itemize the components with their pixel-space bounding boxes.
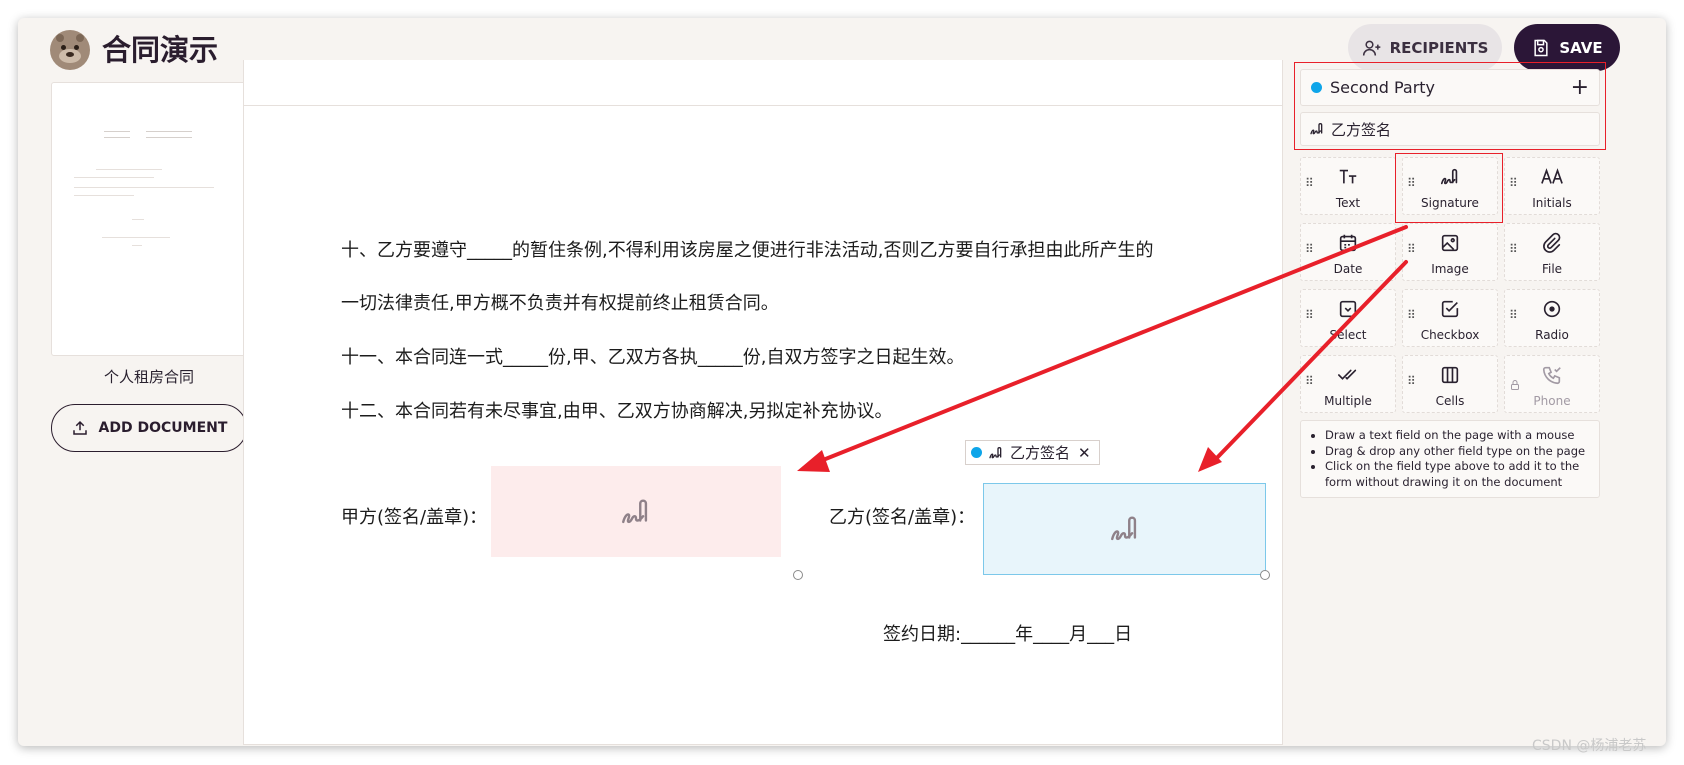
watermark: CSDN @杨浦老苏 xyxy=(1532,738,1647,754)
field-type-text[interactable]: ⠿ Text xyxy=(1300,157,1396,215)
contract-line: 一切法律责任,甲方概不负责并有权提前终止租赁合同。 xyxy=(341,293,779,314)
document-page[interactable] xyxy=(243,105,1283,745)
field-type-label: Select xyxy=(1329,328,1367,342)
paperclip-icon xyxy=(1505,232,1599,254)
field-type-label: File xyxy=(1541,262,1563,276)
field-type-select[interactable]: ⠿ Select xyxy=(1300,289,1396,347)
field-type-multiple[interactable]: ⠿ Multiple xyxy=(1300,355,1396,413)
phone-icon xyxy=(1505,364,1599,386)
signature-icon xyxy=(989,446,1002,458)
help-tip: Drag & drop any other field type on the … xyxy=(1325,444,1591,460)
multiple-check-icon xyxy=(1301,364,1395,386)
contract-line: 十一、本合同连一式_____份,甲、乙双方各执_____份,自双方签字之日起生效… xyxy=(341,347,965,368)
field-type-cells[interactable]: ⠿ Cells xyxy=(1402,355,1498,413)
text-icon xyxy=(1301,166,1395,188)
select-icon xyxy=(1301,298,1395,320)
party-a-sign-label: 甲方(签名/盖章)： xyxy=(341,507,488,528)
placed-field-label: 乙方签名 xyxy=(1010,444,1071,462)
checkbox-icon xyxy=(1403,298,1497,320)
field-type-label: Checkbox xyxy=(1420,328,1480,342)
previous-page xyxy=(243,60,1283,106)
seal-logo-icon xyxy=(50,30,90,70)
save-label: SAVE xyxy=(1559,38,1603,57)
party-b-signature-field[interactable] xyxy=(983,483,1266,575)
field-type-radio[interactable]: ⠿ Radio xyxy=(1504,289,1600,347)
field-type-date[interactable]: ⠿ Date xyxy=(1300,223,1396,281)
field-type-label: Multiple xyxy=(1324,394,1372,408)
field-type-label: Text xyxy=(1335,196,1361,210)
signature-icon xyxy=(622,499,648,523)
party-b-sign-label: 乙方(签名/盖章)： xyxy=(829,507,976,528)
signature-type-highlight xyxy=(1395,153,1503,223)
users-add-icon xyxy=(1362,40,1380,56)
add-document-button[interactable]: ADD DOCUMENT xyxy=(51,404,247,452)
recipients-label: RECIPIENTS xyxy=(1389,38,1489,57)
recipient-color-dot xyxy=(971,447,982,458)
field-type-file[interactable]: ⠿ File xyxy=(1504,223,1600,281)
signature-icon xyxy=(1310,123,1323,135)
field-list-item-label: 乙方签名 xyxy=(1331,120,1392,139)
field-type-image[interactable]: ⠿ Image xyxy=(1402,223,1498,281)
recipient-selector[interactable]: Second Party + xyxy=(1300,69,1600,106)
signature-icon xyxy=(1110,516,1136,541)
field-type-label: Radio xyxy=(1535,328,1569,342)
floppy-icon xyxy=(1534,39,1548,56)
help-tip: Click on the field type above to add it … xyxy=(1325,459,1591,490)
recipient-name: Second Party xyxy=(1330,78,1436,97)
field-list-item[interactable]: 乙方签名 xyxy=(1300,112,1600,146)
radio-icon xyxy=(1505,298,1599,320)
upload-icon xyxy=(72,420,87,435)
resize-handle[interactable] xyxy=(1260,570,1270,580)
add-recipient-icon[interactable]: + xyxy=(1571,75,1589,100)
field-type-checkbox[interactable]: ⠿ Checkbox xyxy=(1402,289,1498,347)
field-type-label: Cells xyxy=(1435,394,1465,408)
calendar-icon xyxy=(1301,232,1395,254)
field-type-label: Phone xyxy=(1533,394,1571,408)
image-icon xyxy=(1403,232,1497,254)
field-type-label: Image xyxy=(1431,262,1469,276)
field-type-initials[interactable]: ⠿ Initials xyxy=(1504,157,1600,215)
help-tips: Draw a text field on the page with a mou… xyxy=(1300,420,1600,498)
contract-line: 十二、本合同若有未尽事宜,由甲、乙双方协商解决,另拟定补充协议。 xyxy=(341,401,893,422)
field-type-label: Initials xyxy=(1532,196,1572,210)
cells-icon xyxy=(1403,364,1497,386)
remove-field-icon[interactable]: ✕ xyxy=(1078,444,1091,462)
signing-date-line: 签约日期:______年____月___日 xyxy=(883,624,1133,645)
help-tip: Draw a text field on the page with a mou… xyxy=(1325,428,1591,444)
document-thumbnail[interactable] xyxy=(51,82,247,356)
add-document-label: ADD DOCUMENT xyxy=(98,420,228,436)
field-type-label: Date xyxy=(1333,262,1363,276)
template-title[interactable]: 合同演示 xyxy=(102,30,218,70)
party-a-signature-field[interactable] xyxy=(491,466,781,557)
contract-line: 十、乙方要遵守_____的暂住条例,不得利用该房屋之便进行非法活动,否则乙方要自… xyxy=(341,240,1154,261)
recipient-color-dot xyxy=(1311,82,1322,93)
placed-field-tag[interactable]: 乙方签名 ✕ xyxy=(965,440,1100,465)
resize-handle[interactable] xyxy=(793,570,803,580)
initials-icon xyxy=(1505,166,1599,188)
field-type-phone: Phone xyxy=(1504,355,1600,413)
document-name[interactable]: 个人租房合同 xyxy=(51,366,247,387)
